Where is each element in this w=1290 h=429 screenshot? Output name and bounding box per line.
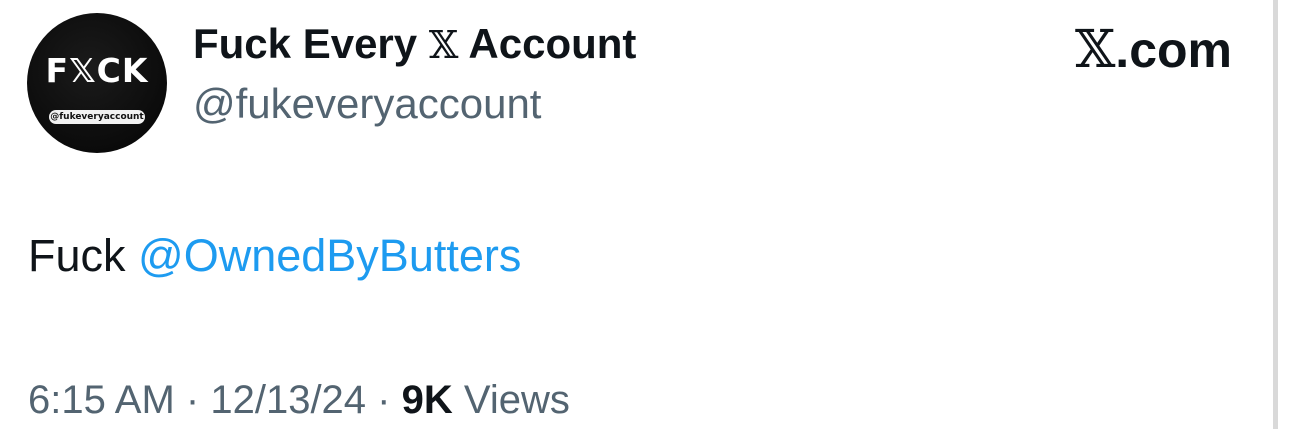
views-count: 9K [401,378,453,422]
display-name-part-2: Account [468,20,637,67]
scrollbar[interactable] [1273,0,1278,429]
avatar-logo: F𝕏CK [45,51,149,90]
display-name-part-1: Fuck Every [193,20,418,67]
brand-suffix: .com [1115,22,1232,78]
x-com-brand: 𝕏.com [1075,20,1232,80]
display-name[interactable]: Fuck Every 𝕏 Account [193,20,636,68]
tweet-card: F𝕏CK @fukeveryaccount Fuck Every 𝕏 Accou… [0,0,1290,429]
tweet-body: Fuck [28,230,126,281]
tweet-meta: 6:15 AM · 12/13/24 · 9K Views [28,378,570,423]
meta-separator: · [185,378,200,422]
x-brand-icon: 𝕏 [1074,20,1116,80]
avatar[interactable]: F𝕏CK @fukeveryaccount [27,13,167,153]
x-logo-icon: 𝕏 [428,23,459,67]
tweet-date[interactable]: 12/13/24 [210,378,366,422]
tweet-time[interactable]: 6:15 AM [28,378,175,422]
user-handle[interactable]: @fukeveryaccount [193,80,541,128]
avatar-handle-tag: @fukeveryaccount [49,110,145,124]
meta-separator: · [377,378,391,422]
mention-link[interactable]: @OwnedByButters [138,230,521,281]
views-label: Views [463,378,570,422]
tweet-text: Fuck @OwnedByButters [28,230,521,282]
